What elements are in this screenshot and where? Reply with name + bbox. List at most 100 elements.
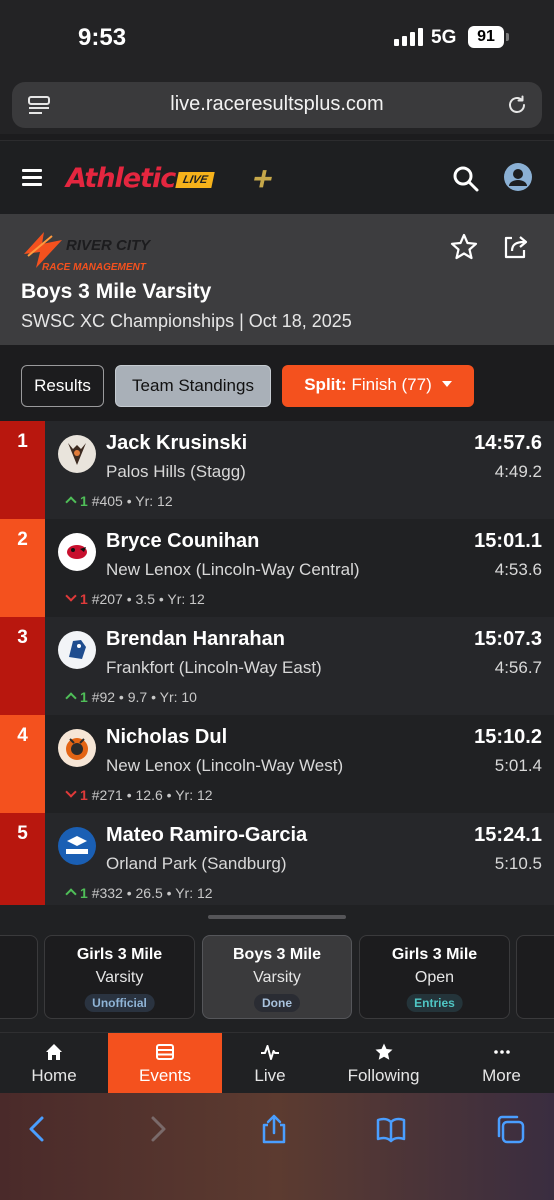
tab-results[interactable]: Results xyxy=(21,365,104,407)
nav-label: Home xyxy=(31,1066,77,1085)
status-bar: 9:53 5G 91 xyxy=(0,0,554,78)
athlete-school: Frankfort (Lincoln-Way East) xyxy=(106,658,322,677)
finish-time: 15:24.1 xyxy=(474,824,542,846)
arrow-up-icon xyxy=(65,496,77,508)
athlete-meta: 1 #207 • 3.5 • Yr: 12 xyxy=(65,590,205,607)
event-card-division: Varsity xyxy=(253,969,301,986)
split-time: 5:10.5 xyxy=(494,854,542,873)
athlete-meta: 1 #405 • Yr: 12 xyxy=(65,493,173,509)
nav-home[interactable]: Home xyxy=(0,1033,108,1094)
tabs-icon[interactable] xyxy=(494,1113,526,1145)
nav-label: Events xyxy=(139,1066,191,1085)
app-header: Athletic LIVE + xyxy=(0,140,554,214)
place-marker: 1 xyxy=(0,421,45,519)
athlete-meta: 1 #92 • 9.7 • Yr: 10 xyxy=(65,689,197,705)
event-switcher: Girls 3 Mile Varsity Unofficial Boys 3 M… xyxy=(0,905,554,1032)
athlete-school: Palos Hills (Stagg) xyxy=(106,462,246,481)
nav-live[interactable]: Live xyxy=(222,1033,318,1094)
team-logo-icon xyxy=(58,729,96,767)
nav-following[interactable]: Following xyxy=(318,1033,449,1094)
back-icon[interactable] xyxy=(22,1113,54,1145)
bottom-navigation: Home Events Live Following More xyxy=(0,1032,554,1094)
drag-handle[interactable] xyxy=(208,915,346,919)
event-card[interactable]: Girls 3 Mile Varsity Unofficial xyxy=(44,935,195,1019)
battery-nub xyxy=(506,33,509,41)
status-badge: Entries xyxy=(406,994,463,1012)
place-marker: 3 xyxy=(0,617,45,715)
nav-events[interactable]: Events xyxy=(108,1033,222,1094)
team-logo-icon xyxy=(58,533,96,571)
home-icon xyxy=(46,1044,62,1060)
arrow-down-icon xyxy=(65,590,77,602)
result-row[interactable]: 4 Nicholas Dul New Lenox (Lincoln-Way We… xyxy=(0,715,554,813)
status-badge: Unofficial xyxy=(84,994,155,1012)
athlete-name[interactable]: Nicholas Dul xyxy=(106,726,227,749)
event-card-partial[interactable] xyxy=(0,935,38,1019)
status-badge: Done xyxy=(254,994,300,1012)
athlete-name[interactable]: Mateo Ramiro-Garcia xyxy=(106,824,307,847)
athlete-school: Orland Park (Sandburg) xyxy=(106,854,287,873)
athletic-live-logo[interactable]: Athletic LIVE xyxy=(66,163,216,195)
forward-icon[interactable] xyxy=(141,1113,173,1145)
browser-address-area: live.raceresultsplus.com xyxy=(0,78,554,134)
network-type: 5G xyxy=(431,27,457,48)
url-text[interactable]: live.raceresultsplus.com xyxy=(12,93,542,116)
place-number: 1 xyxy=(17,431,28,452)
event-header: RIVER CITY RACE MANAGEMENT Boys 3 Mile V… xyxy=(0,214,554,345)
split-time: 5:01.4 xyxy=(494,756,542,775)
place-number: 5 xyxy=(17,823,28,844)
search-icon[interactable] xyxy=(452,165,480,193)
svg-text:RACE MANAGEMENT: RACE MANAGEMENT xyxy=(42,262,147,273)
event-card-division: Open xyxy=(414,969,455,986)
hamburger-menu-icon[interactable] xyxy=(22,169,42,186)
split-time: 4:56.7 xyxy=(494,658,542,677)
result-row[interactable]: 1 Jack Krusinski Palos Hills (Stagg) 14:… xyxy=(0,421,554,519)
place-number: 2 xyxy=(17,529,28,550)
view-tabs: Results Team Standings Split: Finish (77… xyxy=(0,345,554,421)
browser-toolbar xyxy=(0,1093,554,1200)
team-logo-icon xyxy=(58,631,96,669)
place-marker: 5 xyxy=(0,813,45,905)
reload-icon[interactable] xyxy=(506,94,528,116)
address-bar[interactable]: live.raceresultsplus.com xyxy=(12,82,542,128)
profile-avatar-icon[interactable] xyxy=(504,163,532,191)
finish-time: 15:10.2 xyxy=(474,726,542,748)
athlete-school: New Lenox (Lincoln-Way West) xyxy=(106,756,344,775)
team-logo-icon xyxy=(58,827,96,865)
favorite-star-icon[interactable] xyxy=(449,232,479,262)
cellular-signal-icon xyxy=(394,28,424,46)
share-icon[interactable] xyxy=(500,232,530,262)
event-card-active[interactable]: Boys 3 Mile Varsity Done xyxy=(202,935,352,1019)
event-card-partial[interactable] xyxy=(516,935,554,1019)
pulse-icon xyxy=(261,1045,279,1060)
nav-label: More xyxy=(482,1066,521,1085)
results-list: 1 Jack Krusinski Palos Hills (Stagg) 14:… xyxy=(0,421,554,905)
split-dropdown[interactable]: Split: Finish (77) xyxy=(282,365,474,407)
nav-more[interactable]: More xyxy=(449,1033,554,1094)
finish-time: 15:07.3 xyxy=(474,628,542,650)
result-row[interactable]: 5 Mateo Ramiro-Garcia Orland Park (Sandb… xyxy=(0,813,554,905)
event-card[interactable]: Girls 3 Mile Open Entries xyxy=(359,935,510,1019)
athlete-name[interactable]: Jack Krusinski xyxy=(106,432,247,455)
event-card-name: Boys 3 Mile xyxy=(232,946,322,963)
svg-text:RIVER CITY: RIVER CITY xyxy=(66,237,152,254)
athlete-name[interactable]: Bryce Counihan xyxy=(106,530,259,553)
place-marker: 2 xyxy=(0,519,45,617)
result-row[interactable]: 3 Brendan Hanrahan Frankfort (Lincoln-Wa… xyxy=(0,617,554,715)
tab-team-standings[interactable]: Team Standings xyxy=(115,365,271,407)
team-logo-icon xyxy=(58,435,96,473)
event-card-name: Girls 3 Mile xyxy=(76,946,163,963)
place-number: 3 xyxy=(17,627,28,648)
more-icon xyxy=(493,1050,510,1054)
bookmarks-icon[interactable] xyxy=(375,1113,407,1145)
athlete-name[interactable]: Brendan Hanrahan xyxy=(106,628,285,651)
place-marker: 4 xyxy=(0,715,45,813)
split-time: 4:49.2 xyxy=(494,462,542,481)
result-row[interactable]: 2 Bryce Counihan New Lenox (Lincoln-Way … xyxy=(0,519,554,617)
share-icon[interactable] xyxy=(258,1113,290,1145)
battery-icon: 91 xyxy=(468,26,504,48)
star-icon xyxy=(375,1043,392,1060)
athlete-meta: 1 #271 • 12.6 • Yr: 12 xyxy=(65,786,213,803)
event-subtitle: SWSC XC Championships | Oct 18, 2025 xyxy=(21,311,352,331)
nav-label: Live xyxy=(254,1066,286,1085)
